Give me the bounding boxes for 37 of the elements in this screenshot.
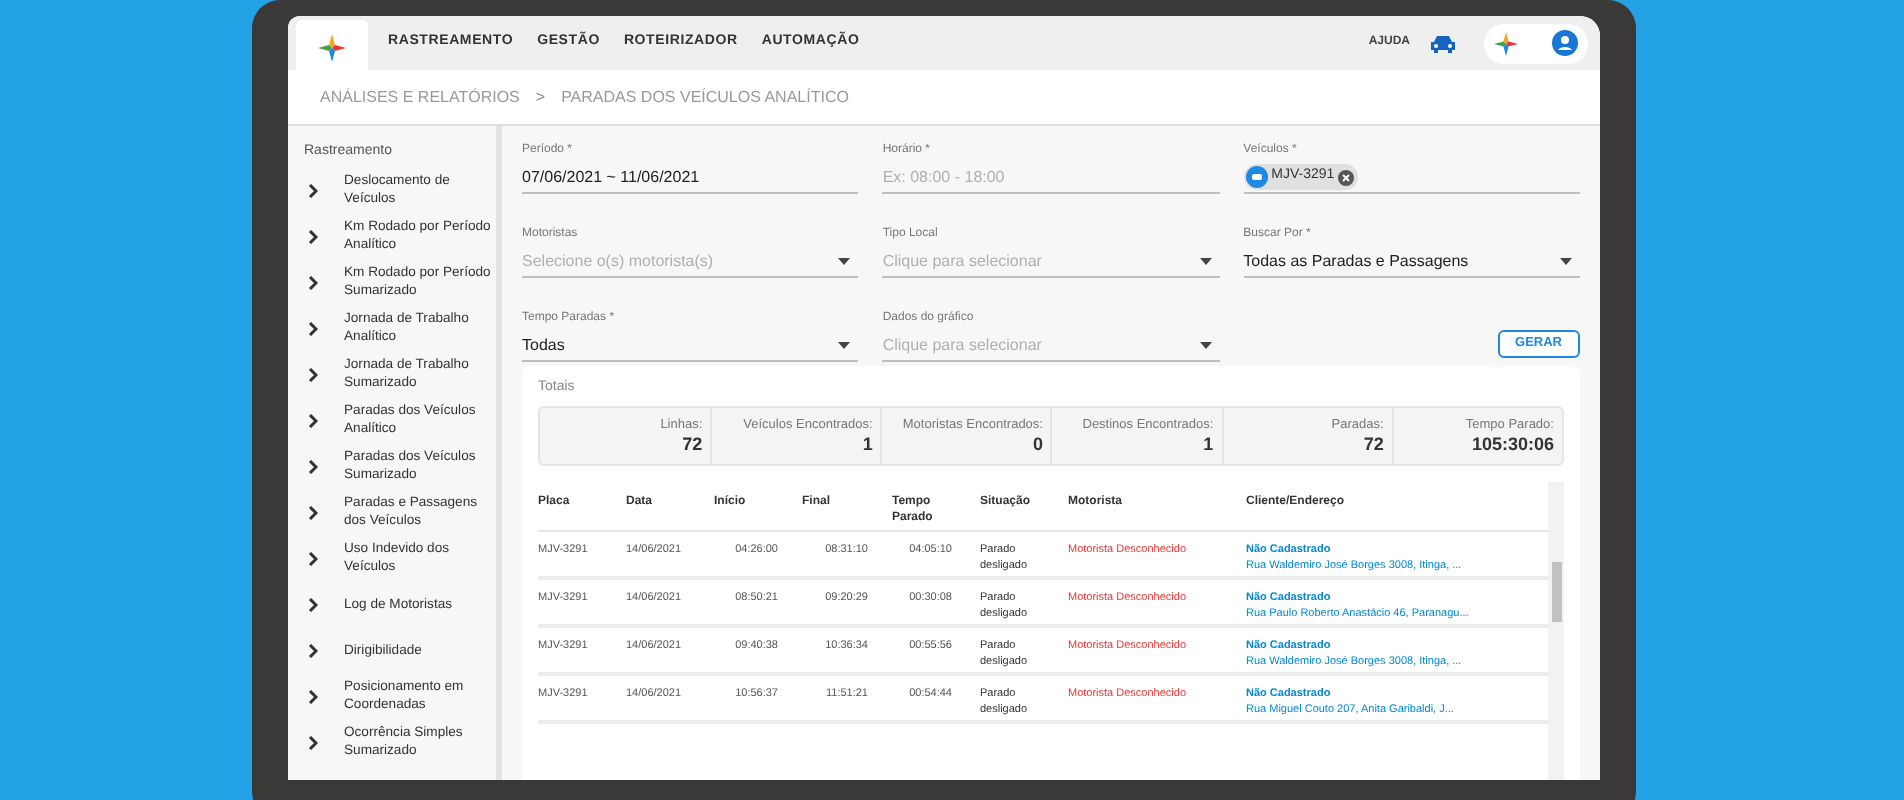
chevron-right-icon (308, 689, 318, 703)
chevron-right-icon (308, 321, 318, 335)
chevron-right-icon (308, 229, 318, 243)
account-pill[interactable] (1484, 23, 1588, 63)
chevron-right-icon (308, 597, 318, 611)
dropdown-arrow-icon (1199, 341, 1212, 349)
chevron-right-icon (308, 459, 318, 473)
input-field[interactable]: 07/06/2021 ~ 11/06/2021 (522, 162, 859, 194)
remove-icon[interactable] (1338, 169, 1355, 185)
total-value: 72 (682, 434, 703, 455)
breadcrumb-separator: > (535, 85, 546, 109)
total-value: 1 (1203, 434, 1214, 455)
chevron-right-icon (308, 643, 318, 657)
logo-tab[interactable] (296, 20, 368, 74)
chevron-right-icon (308, 367, 318, 381)
user-avatar-icon (1552, 30, 1578, 56)
total-value: 0 (1032, 434, 1043, 455)
chevron-right-icon (308, 505, 318, 519)
scrollbar[interactable] (1548, 481, 1564, 780)
total-value: 72 (1363, 434, 1384, 455)
chevron-right-icon (308, 551, 318, 565)
total-value: 105:30:06 (1471, 434, 1554, 455)
vehicle-icon (1245, 166, 1268, 188)
chevron-right-icon (308, 183, 318, 197)
dropdown-arrow-icon (1559, 257, 1572, 265)
logo-icon (318, 33, 346, 61)
select-field[interactable]: Todas as Paradas e Passagens (1243, 246, 1580, 278)
logo-icon (1494, 31, 1518, 55)
dropdown-arrow-icon (838, 257, 851, 265)
chevron-right-icon (308, 275, 318, 289)
dropdown-arrow-icon (1199, 257, 1212, 265)
select-field[interactable]: Todas (522, 330, 859, 362)
chevron-right-icon (308, 413, 318, 427)
chevron-right-icon (308, 735, 318, 749)
car-icon[interactable] (1430, 33, 1456, 53)
dropdown-arrow-icon (838, 341, 851, 349)
total-value: 1 (862, 434, 873, 455)
